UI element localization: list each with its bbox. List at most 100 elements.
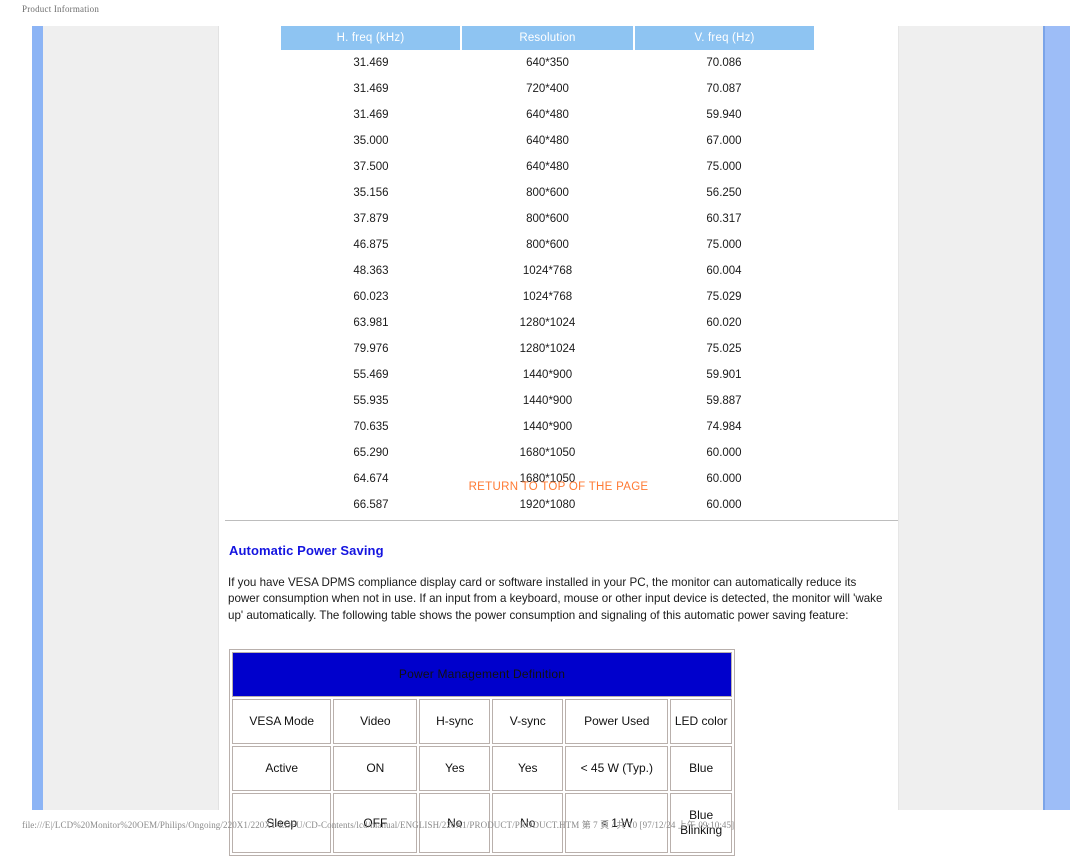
cell-led-color: Blue — [670, 746, 732, 791]
cell-resolution: 1280*1024 — [460, 336, 635, 362]
cell-h-freq: 63.981 — [281, 310, 461, 336]
cell-h-freq: 55.935 — [281, 388, 461, 414]
cell-resolution: 640*480 — [460, 128, 635, 154]
cell-h-freq: 37.500 — [281, 154, 461, 180]
cell-h-freq: 60.023 — [281, 284, 461, 310]
cell-v-sync: Yes — [492, 746, 564, 791]
power-table-title-row: Power Management Definition — [232, 652, 732, 697]
cell-resolution: 640*480 — [460, 154, 635, 180]
cell-resolution: 1024*768 — [460, 258, 635, 284]
cell-resolution: 800*600 — [460, 206, 635, 232]
right-sidebar-accent-bar — [1043, 26, 1070, 810]
page-section-heading: Automatic Power Saving — [229, 543, 384, 558]
cell-h-freq: 48.363 — [281, 258, 461, 284]
cell-v-freq: 60.000 — [634, 440, 814, 466]
cell-v-freq: 60.317 — [634, 206, 814, 232]
table-row: 37.500 640*480 75.000 — [281, 154, 814, 180]
cell-resolution: 640*350 — [460, 50, 635, 76]
preset-timing-table: H. freq (kHz) Resolution V. freq (Hz) 31… — [281, 26, 814, 518]
cell-h-freq: 65.290 — [281, 440, 461, 466]
table-row: 31.469 640*350 70.086 — [281, 50, 814, 76]
table-row: Active ON Yes Yes < 45 W (Typ.) Blue — [232, 746, 732, 791]
table-row: 37.879 800*600 60.317 — [281, 206, 814, 232]
table-header-row: H. freq (kHz) Resolution V. freq (Hz) — [281, 26, 814, 50]
cell-resolution: 800*600 — [460, 232, 635, 258]
column-header-video: Video — [333, 699, 418, 744]
cell-v-freq: 75.025 — [634, 336, 814, 362]
cell-v-freq: 59.940 — [634, 102, 814, 128]
table-row: 66.587 1920*1080 60.000 — [281, 492, 814, 518]
cell-v-freq: 70.086 — [634, 50, 814, 76]
table-row: 48.363 1024*768 60.004 — [281, 258, 814, 284]
cell-v-freq: 60.020 — [634, 310, 814, 336]
cell-v-freq: 60.000 — [634, 492, 814, 518]
cell-power-used: < 45 W (Typ.) — [565, 746, 669, 791]
table-row: 65.290 1680*1050 60.000 — [281, 440, 814, 466]
column-header-v-freq: V. freq (Hz) — [634, 26, 814, 50]
cell-resolution: 1440*900 — [460, 388, 635, 414]
main-content: H. freq (kHz) Resolution V. freq (Hz) 31… — [219, 26, 898, 856]
cell-h-freq: 35.156 — [281, 180, 461, 206]
cell-v-freq: 59.901 — [634, 362, 814, 388]
cell-v-freq: 59.887 — [634, 388, 814, 414]
cell-h-sync: Yes — [419, 746, 491, 791]
cell-v-freq: 56.250 — [634, 180, 814, 206]
table-row: 55.935 1440*900 59.887 — [281, 388, 814, 414]
cell-resolution: 640*480 — [460, 102, 635, 128]
return-to-top-link[interactable]: RETURN TO TOP OF THE PAGE — [219, 481, 898, 493]
cell-v-freq: 67.000 — [634, 128, 814, 154]
cell-resolution: 1920*1080 — [460, 492, 635, 518]
column-header-h-freq: H. freq (kHz) — [281, 26, 462, 50]
cell-v-freq: 75.000 — [634, 154, 814, 180]
cell-h-freq: 46.875 — [281, 232, 461, 258]
cell-v-freq: 60.004 — [634, 258, 814, 284]
cell-h-freq: 37.879 — [281, 206, 461, 232]
cell-h-freq: 31.469 — [281, 76, 461, 102]
cell-resolution: 1440*900 — [460, 414, 635, 440]
left-sidebar-accent-bar — [32, 26, 43, 810]
cell-resolution: 1680*1050 — [460, 440, 635, 466]
print-footer-url: file:///E|/LCD%20Monitor%20OEM/Philips/O… — [22, 820, 735, 830]
cell-v-freq: 74.984 — [634, 414, 814, 440]
cell-h-freq: 31.469 — [281, 50, 461, 76]
section-paragraph: If you have VESA DPMS compliance display… — [228, 576, 883, 622]
column-header-vesa-mode: VESA Mode — [232, 699, 332, 744]
table-row: 79.976 1280*1024 75.025 — [281, 336, 814, 362]
column-header-h-sync: H-sync — [419, 699, 491, 744]
power-table-header-row: VESA Mode Video H-sync V-sync Power Used… — [232, 699, 732, 744]
cell-h-freq: 70.635 — [281, 414, 461, 440]
cell-h-freq: 66.587 — [281, 492, 461, 518]
cell-h-freq: 35.000 — [281, 128, 461, 154]
right-sidebar-panel — [898, 26, 1044, 810]
table-row: 63.981 1280*1024 60.020 — [281, 310, 814, 336]
cell-v-freq: 70.087 — [634, 76, 814, 102]
table-row: 31.469 720*400 70.087 — [281, 76, 814, 102]
cell-resolution: 1280*1024 — [460, 310, 635, 336]
cell-video: ON — [333, 746, 418, 791]
cell-resolution: 1440*900 — [460, 362, 635, 388]
cell-v-freq: 75.029 — [634, 284, 814, 310]
table-row: 31.469 640*480 59.940 — [281, 102, 814, 128]
cell-resolution: 720*400 — [460, 76, 635, 102]
column-header-resolution: Resolution — [460, 26, 636, 50]
cell-resolution: 800*600 — [460, 180, 635, 206]
cell-h-freq: 79.976 — [281, 336, 461, 362]
table-row: 46.875 800*600 75.000 — [281, 232, 814, 258]
cell-vesa-mode: Active — [232, 746, 332, 791]
table-row: 35.000 640*480 67.000 — [281, 128, 814, 154]
column-header-led-color: LED color — [670, 699, 732, 744]
left-sidebar-panel — [32, 26, 219, 810]
column-header-power-used: Power Used — [565, 699, 669, 744]
power-table-title: Power Management Definition — [232, 652, 732, 697]
timing-table-body: 31.469 640*350 70.086 31.469 720*400 70.087 … — [281, 50, 814, 518]
section-divider — [225, 520, 898, 521]
table-row: 55.469 1440*900 59.901 — [281, 362, 814, 388]
print-header-title: Product Information — [22, 4, 100, 14]
right-sidebar-accent-edge — [1043, 26, 1045, 810]
cell-h-freq: 55.469 — [281, 362, 461, 388]
table-row: 35.156 800*600 56.250 — [281, 180, 814, 206]
cell-resolution: 1024*768 — [460, 284, 635, 310]
cell-v-freq: 75.000 — [634, 232, 814, 258]
table-row: 60.023 1024*768 75.029 — [281, 284, 814, 310]
table-row: 70.635 1440*900 74.984 — [281, 414, 814, 440]
